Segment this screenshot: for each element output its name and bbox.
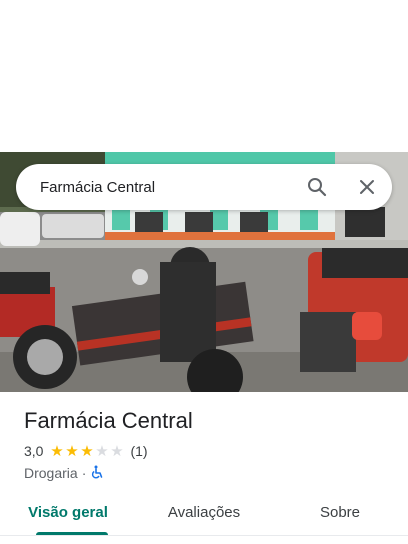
tabs-divider (0, 535, 408, 536)
search-icon[interactable] (302, 172, 332, 202)
star-rating: ★ ★ ★ ★ ★ (49, 444, 124, 459)
close-icon[interactable] (352, 172, 382, 202)
tab-bar: Visão geral Avaliações Sobre (0, 494, 408, 536)
place-title: Farmácia Central (24, 408, 193, 433)
separator: · (81, 465, 87, 481)
tab-about[interactable]: Sobre (272, 494, 408, 536)
tab-reviews[interactable]: Avaliações (136, 494, 272, 536)
star-icon: ★ (80, 442, 94, 460)
category-row: Drogaria · (24, 463, 392, 483)
star-icon: ★ (65, 442, 79, 460)
star-icon: ★ (95, 442, 109, 460)
place-details: Farmácia Central 3,0 ★ ★ ★ ★ ★ (1) Drogaria … (24, 406, 392, 483)
search-bar[interactable]: Farmácia Central (16, 164, 392, 210)
search-input[interactable]: Farmácia Central (40, 179, 282, 196)
rating-value: 3,0 (24, 443, 44, 459)
rating-row[interactable]: 3,0 ★ ★ ★ ★ ★ (1) (24, 441, 392, 461)
review-count[interactable]: (1) (130, 443, 147, 459)
star-icon: ★ (50, 442, 64, 460)
category-label[interactable]: Drogaria (24, 465, 78, 481)
tab-overview[interactable]: Visão geral (0, 494, 136, 536)
star-icon: ★ (110, 442, 124, 460)
wheelchair-icon (90, 465, 104, 482)
